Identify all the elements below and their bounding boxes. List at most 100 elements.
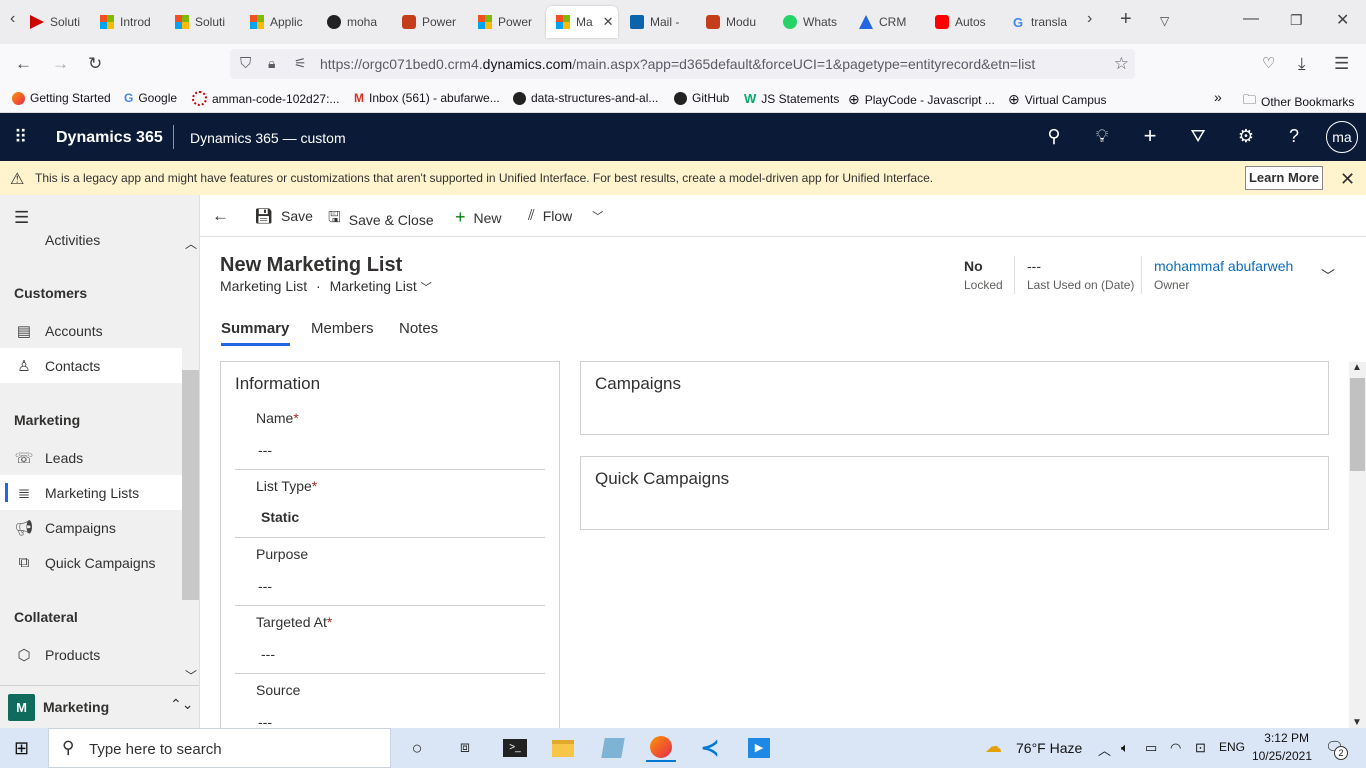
more-bookmarks-icon[interactable]: » <box>1214 89 1222 105</box>
help-icon[interactable]: ? <box>1283 126 1305 147</box>
browser-tab-active[interactable]: Ma ✕ <box>546 6 618 38</box>
browser-tab[interactable]: Soluti <box>20 6 90 38</box>
chevron-down-icon[interactable]: ﹀ <box>421 282 432 294</box>
browser-tab[interactable]: Introd <box>90 6 165 38</box>
form-scrollbar[interactable]: ▲ ▼ <box>1349 362 1366 728</box>
bookmark[interactable]: G Google <box>124 91 177 105</box>
field-value[interactable]: Static <box>261 509 299 525</box>
browser-tab[interactable]: Gtransla <box>1001 6 1076 38</box>
expand-header-icon[interactable]: ﹀ <box>1321 266 1335 286</box>
clock-time[interactable]: 3:12 PM <box>1253 731 1309 745</box>
weather-text[interactable]: 76°F Haze <box>1016 740 1082 756</box>
flow-button[interactable]: ⫽ Flow ﹀ <box>528 207 603 224</box>
browser-tab[interactable]: Power <box>468 6 544 38</box>
chevron-up-icon[interactable]: ︿ <box>185 235 197 252</box>
menu-icon[interactable]: ☰ <box>1334 54 1349 74</box>
sidebar-item-contacts[interactable]: ♙ Contacts <box>0 348 182 383</box>
url-bar[interactable]: ⛉ 🔒︎ ⚟ https://orgc071bed0.crm4.dynamics… <box>230 49 1135 79</box>
sidebar-item-products[interactable]: ⬡ Products <box>0 637 182 672</box>
app-name[interactable]: Dynamics 365 — custom <box>190 130 346 146</box>
new-button[interactable]: + New <box>455 207 502 228</box>
new-tab-icon[interactable]: + <box>1120 8 1132 31</box>
scrollbar-thumb[interactable] <box>1350 378 1365 471</box>
form-selector[interactable]: Marketing List <box>330 278 417 294</box>
sidebar-item-marketing-lists[interactable]: ≣ Marketing Lists <box>0 475 182 510</box>
task-view-icon[interactable]: ⧈ <box>450 734 480 762</box>
browser-tab[interactable]: Modu <box>696 6 772 38</box>
tab-members[interactable]: Members <box>311 320 374 337</box>
sidebar-item-leads[interactable]: ☏ Leads <box>0 440 182 475</box>
sidebar-item-activities[interactable]: Activities <box>0 222 182 257</box>
area-switcher[interactable]: M Marketing ⌃⌄ <box>0 685 199 728</box>
windows-start-icon[interactable]: ⊞ <box>14 738 29 759</box>
sidebar-item-campaigns[interactable]: 📢︎ Campaigns <box>0 510 182 545</box>
back-icon[interactable]: ← <box>15 54 32 74</box>
app-launcher-icon[interactable]: ⠿ <box>14 128 32 146</box>
browser-tab[interactable]: Autos <box>925 6 1001 38</box>
field-name[interactable]: Name* --- <box>235 402 545 470</box>
close-window-icon[interactable]: ✕ <box>1336 10 1349 30</box>
field-value[interactable]: --- <box>261 646 275 662</box>
chevron-up-icon[interactable]: ︿ <box>1098 740 1111 759</box>
save-close-button[interactable]: 🖫 Save & Close <box>328 207 434 232</box>
taskbar-search[interactable]: ⚲ Type here to search <box>48 728 391 768</box>
tab-scroll-left-icon[interactable]: ‹ <box>10 10 15 28</box>
app-icon[interactable] <box>598 734 628 762</box>
back-arrow-icon[interactable]: ← <box>212 206 229 226</box>
tab-notes[interactable]: Notes <box>399 320 438 337</box>
forward-icon[interactable]: → <box>52 54 69 74</box>
browser-tab[interactable]: Whats <box>773 6 849 38</box>
field-purpose[interactable]: Purpose --- <box>235 538 545 606</box>
sidebar-item-accounts[interactable]: ▤ Accounts <box>0 313 182 348</box>
filter-icon[interactable]: ⛛ <box>1187 126 1209 147</box>
field-list-type[interactable]: List Type* Static <box>235 470 545 538</box>
bookmark[interactable]: ⊕ Virtual Campus <box>1008 91 1107 108</box>
bookmark[interactable]: data-structures-and-al... <box>513 91 658 105</box>
media-player-icon[interactable]: ▶ <box>744 734 774 762</box>
save-button[interactable]: 💾︎ Save <box>254 207 313 225</box>
browser-tab[interactable]: Power <box>392 6 468 38</box>
scroll-down-icon[interactable]: ▼ <box>1352 717 1362 728</box>
scroll-up-icon[interactable]: ▲ <box>1352 362 1362 373</box>
browser-tab[interactable]: Mail - <box>620 6 696 38</box>
list-tabs-icon[interactable]: ▽ <box>1160 14 1169 28</box>
clock-date[interactable]: 10/25/2021 <box>1250 749 1312 763</box>
tab-scroll-right-icon[interactable]: › <box>1087 10 1092 28</box>
learn-more-button[interactable]: Learn More <box>1245 166 1323 190</box>
terminal-icon[interactable]: >_ <box>500 734 530 762</box>
add-icon[interactable]: + <box>1139 123 1161 149</box>
browser-tab[interactable]: CRM <box>849 6 925 38</box>
close-icon[interactable]: ✕ <box>1340 169 1355 190</box>
weather-icon[interactable]: ☁ <box>985 737 1002 757</box>
battery-icon[interactable]: ▭ <box>1145 740 1157 756</box>
search-icon[interactable]: ⚲ <box>1043 126 1065 147</box>
browser-tab[interactable]: Soluti <box>165 6 240 38</box>
lightbulb-icon[interactable]: 💡︎ <box>1091 126 1113 147</box>
reload-icon[interactable]: ↻ <box>88 54 102 74</box>
firefox-icon[interactable] <box>646 734 676 762</box>
bookmark[interactable]: ⊕ PlayCode - Javascript ... <box>848 91 995 108</box>
pocket-icon[interactable]: ♡ <box>1262 54 1275 72</box>
chevron-down-icon[interactable]: ﹀ <box>185 667 197 684</box>
minimize-icon[interactable]: — <box>1243 10 1259 28</box>
browser-tab[interactable]: moha <box>317 6 392 38</box>
user-avatar[interactable]: ma <box>1326 121 1358 153</box>
download-icon[interactable]: ⤓ <box>1298 54 1306 74</box>
product-name[interactable]: Dynamics 365 <box>56 129 163 147</box>
tab-summary[interactable]: Summary <box>221 320 289 337</box>
field-value[interactable]: --- <box>258 442 272 458</box>
browser-tab[interactable]: Applic <box>240 6 316 38</box>
owner-link[interactable]: mohammaf abufarweh <box>1154 258 1293 274</box>
vscode-icon[interactable]: ≺ <box>695 734 725 762</box>
cortana-icon[interactable]: ○ <box>402 734 432 762</box>
language-indicator[interactable]: ENG <box>1219 740 1245 754</box>
bookmark-star-icon[interactable]: ☆ <box>1114 54 1129 74</box>
speaker-icon[interactable]: 🔈︎ <box>1121 740 1129 756</box>
field-value[interactable]: --- <box>258 578 272 594</box>
bookmark[interactable]: W JS Statements <box>744 91 839 106</box>
sidebar-item-quick-campaigns[interactable]: ⧉ Quick Campaigns <box>0 545 182 580</box>
wifi-icon[interactable]: ◠ <box>1170 740 1181 756</box>
bookmark[interactable]: amman-code-102d27:... <box>192 91 339 106</box>
bookmark[interactable]: GitHub <box>674 91 729 105</box>
network-icon[interactable]: ⊡ <box>1195 740 1206 756</box>
